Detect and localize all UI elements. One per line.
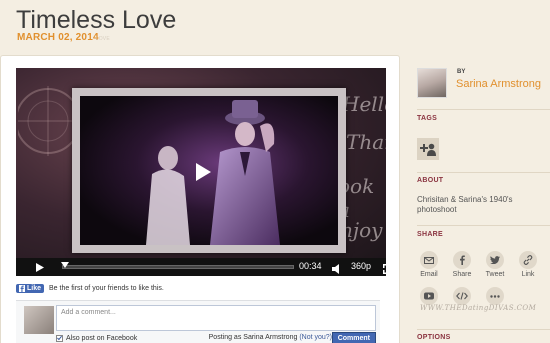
link-icon [523,255,533,265]
add-person-icon [420,143,436,156]
twitter-icon [490,256,500,264]
watermark: WWW.THEDatingDIVAS.COM [420,304,537,312]
facebook-like-row: Like Be the first of your friends to lik… [16,282,164,294]
divider [417,225,550,226]
overlay-line-4: njoy [340,218,383,242]
facebook-f-icon [19,284,25,292]
video-player[interactable]: Hello Thank ook a njoy [16,68,386,276]
post-date: MARCH 02, 2014 LOVE [17,32,110,43]
play-overlay-icon[interactable] [189,159,215,185]
post-date-suffix: LOVE [95,36,110,42]
divider [417,172,550,173]
quality-button[interactable]: 360p [351,261,371,271]
share-link-button[interactable]: Link [516,251,540,278]
share-facebook-button[interactable]: Share [450,251,474,278]
more-icon [490,294,500,298]
overlay-line-1: Hello [342,92,386,116]
embed-icon [456,292,468,300]
like-label: Like [27,284,42,292]
share-label: Link [521,271,535,278]
share-more-button[interactable] [483,287,507,305]
share-youtube-button[interactable] [417,287,441,305]
author-avatar[interactable] [417,68,447,98]
seek-handle[interactable] [60,262,70,272]
tag-person-button[interactable] [417,138,439,160]
share-twitter-button[interactable]: Tweet [483,251,507,278]
options-heading[interactable]: OPTIONS [417,334,451,341]
time-display: 00:34 [299,261,322,271]
email-icon [424,256,434,264]
facebook-like-button[interactable]: Like [16,283,45,293]
play-icon [36,262,44,272]
comment-input[interactable]: Add a comment... [56,305,376,331]
posting-as-prefix: Posting as Sarina Armstrong [208,334,298,341]
also-post-label: Also post on Facebook [66,334,138,342]
share-label: Share [452,271,472,278]
share-label: Email [420,271,438,278]
checkmark-icon [57,335,62,341]
divider [417,109,550,110]
also-post-checkbox[interactable] [56,334,63,342]
play-button[interactable] [30,258,50,276]
volume-button[interactable] [332,261,341,279]
by-label: BY [457,69,466,75]
about-text: Chrisitan & Sarina's 1940's photoshoot [417,195,513,214]
about-heading: ABOUT [417,177,444,184]
sidebar: BY Sarina Armstrong TAGS ABOUT Chrisitan… [405,55,550,343]
fullscreen-icon [383,264,394,274]
not-you-link[interactable]: (Not you?) [299,334,332,341]
video-controls: 00:34 360p [16,258,394,279]
volume-icon [332,264,339,274]
fullscreen-button[interactable] [383,261,394,279]
commenter-avatar [24,306,54,334]
share-email-button[interactable]: Email [417,251,441,278]
post-date-text: MARCH 02, 2014 [17,32,99,43]
comment-footer: Also post on Facebook Posting as Sarina … [56,332,376,343]
divider [417,329,550,330]
share-heading: SHARE [417,231,444,238]
posting-as-text: Posting as Sarina Armstrong (Not you?) [209,334,332,341]
facebook-comment-box: Add a comment... Also post on Facebook P… [16,300,380,343]
author-name[interactable]: Sarina Armstrong [456,78,541,90]
share-embed-button[interactable] [450,287,474,305]
facebook-icon [460,255,465,265]
tags-heading: TAGS [417,115,438,122]
seek-bar[interactable] [60,262,294,272]
comment-button[interactable]: Comment [331,332,376,343]
overlay-line-2: Thank [346,130,386,154]
share-label: Tweet [485,271,505,278]
page-title: Timeless Love [16,6,177,34]
like-count-text: Be the first of your friends to like thi… [49,284,164,292]
youtube-icon [424,292,434,300]
